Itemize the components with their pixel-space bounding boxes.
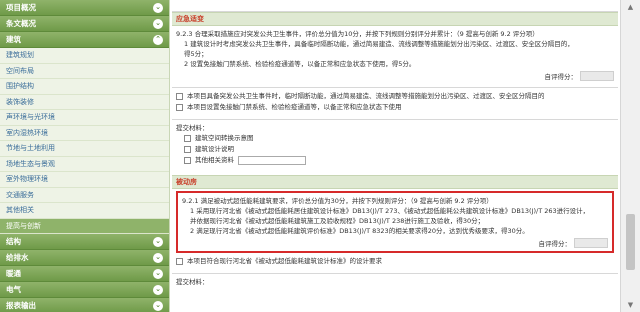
sidebar-section-plumbing[interactable]: 给排水 ⌄ (0, 250, 169, 266)
material-label: 建筑空间转换示意图 (195, 134, 254, 142)
sidebar-section-label: 结构 (6, 237, 21, 246)
clause-item-1: 1 采用现行河北省《被动式超低能耗居住建筑设计标准》DB13(J)/T 273、… (190, 207, 590, 215)
self-score-row: 自评得分： (176, 71, 614, 81)
sidebar-item-envelope[interactable]: 围护结构 (0, 79, 169, 95)
vertical-scrollbar[interactable]: ▲ ▼ (620, 0, 640, 312)
divider (172, 119, 618, 120)
sidebar-section-label: 建筑 (6, 35, 21, 44)
sidebar-item-sound-light[interactable]: 声环境与光环境 (0, 110, 169, 126)
sidebar-section-label: 报表输出 (6, 301, 36, 310)
chevron-down-icon: ⌄ (153, 18, 163, 29)
sidebar-section-report[interactable]: 报表输出 ⌄ (0, 298, 169, 312)
clause-item-2: 2 满足现行河北省《被动式超低能耗建筑评价标准》DB13(J)/T 8323的相… (190, 227, 529, 235)
sidebar-section-arch[interactable]: 建筑 ⌃ (0, 32, 169, 48)
sidebar-section-label: 给排水 (6, 253, 29, 262)
sidebar-section-label: 暖通 (6, 269, 21, 278)
self-score-label: 自评得分： (544, 73, 578, 81)
sidebar-section-structure[interactable]: 结构 ⌄ (0, 234, 169, 250)
clause-item-1: 1 建筑设计时考虑突发公共卫生事件，具备临时隔断功能，通过简易建造、流线调整等措… (184, 40, 574, 48)
checkbox-icon[interactable] (184, 157, 191, 164)
chevron-down-icon: ⌄ (153, 268, 163, 279)
checkbox-row[interactable]: 本项目设置免接触门禁系统、检验检疫通道等，以备正常和应急状态下使用 (176, 102, 614, 113)
sidebar-item-space-layout[interactable]: 空间布局 (0, 64, 169, 79)
scroll-track[interactable] (626, 14, 635, 298)
chevron-down-icon: ⌄ (153, 284, 163, 295)
checkbox-group: 本项目符合现行河北省《被动式超低能耗建筑设计标准》的设计要求 (172, 253, 618, 270)
sidebar-section-label: 条文概况 (6, 19, 36, 28)
checkbox-icon[interactable] (176, 258, 183, 265)
material-label: 其他相关资料 (195, 156, 234, 164)
material-row[interactable]: 其他相关资料 (184, 155, 614, 166)
self-score-row: 自评得分： (182, 238, 608, 248)
sidebar-item-indoor-thermal[interactable]: 室内湿热环境 (0, 126, 169, 141)
sidebar-section-clause[interactable]: 条文概况 ⌄ (0, 16, 169, 32)
clause-text: 9.2.1 满足被动式超低能耗建筑要求，评价总分值为30分，并按下列规则评分：（… (182, 197, 493, 205)
checkbox-label: 本项目设置免接触门禁系统、检验检疫通道等，以备正常和应急状态下使用 (187, 103, 402, 111)
clause-block-923: 9.2.3 合理采取措施应对突发公共卫生事件，评价总分值为10分，并按下列规则分… (172, 26, 618, 84)
self-score-input[interactable] (580, 71, 614, 81)
clause-item-2: 2 设置免接触门禁系统、检验检疫通道等，以备正常和应急状态下使用，得5分。 (184, 60, 416, 68)
checkbox-icon[interactable] (176, 104, 183, 111)
clause-item-1-cont: 并依据现行河北省《被动式超低能耗建筑施工及验收规程》DB13(J)/T 238进… (190, 217, 485, 225)
sidebar-item-ecology-landscape[interactable]: 场地生态与景观 (0, 157, 169, 172)
scroll-down-arrow-icon[interactable]: ▼ (621, 298, 640, 312)
sidebar: 项目概况 ⌄ 条文概况 ⌄ 建筑 ⌃ 建筑规划 空间布局 围护结构 装饰装修 声… (0, 0, 170, 312)
chevron-down-icon: ⌄ (153, 300, 163, 311)
section-title-emergency: 应急适变 (172, 12, 618, 26)
sidebar-section-electrical[interactable]: 电气 ⌄ (0, 282, 169, 298)
clause-item-1-cont: 得5分； (184, 50, 208, 58)
sidebar-item-decoration[interactable]: 装饰装修 (0, 95, 169, 110)
sidebar-item-other[interactable]: 其他相关 (0, 203, 169, 219)
checkbox-label: 本项目符合现行河北省《被动式超低能耗建筑设计标准》的设计要求 (187, 257, 382, 265)
sidebar-item-outdoor-physical[interactable]: 室外物理环境 (0, 172, 169, 188)
checkbox-label: 本项目具备突发公共卫生事件时，临时隔断功能，通过简易建造、流线调整等措施能划分出… (187, 92, 545, 100)
sidebar-section-project[interactable]: 项目概况 ⌄ (0, 0, 169, 16)
sidebar-section-hvac[interactable]: 暖通 ⌄ (0, 266, 169, 282)
checkbox-row[interactable]: 本项目具备突发公共卫生事件时，临时隔断功能，通过简易建造、流线调整等措施能划分出… (176, 91, 614, 102)
checkbox-icon[interactable] (176, 93, 183, 100)
main-content: 应急适变 9.2.3 合理采取措施应对突发公共卫生事件，评价总分值为10分，并按… (172, 0, 618, 312)
checkbox-icon[interactable] (184, 146, 191, 153)
chevron-down-icon: ⌄ (153, 2, 163, 13)
sidebar-section-label: 电气 (6, 285, 21, 294)
materials-label: 提交材料： (176, 278, 209, 286)
materials-block: 提交材料： (172, 277, 618, 290)
sidebar-section-label: 项目概况 (6, 3, 36, 12)
other-materials-input[interactable] (238, 156, 306, 165)
divider (172, 87, 618, 88)
material-label: 建筑设计说明 (195, 145, 234, 153)
checkbox-row[interactable]: 本项目符合现行河北省《被动式超低能耗建筑设计标准》的设计要求 (176, 256, 614, 267)
checkbox-icon[interactable] (184, 135, 191, 142)
clause-text: 9.2.3 合理采取措施应对突发公共卫生事件，评价总分值为10分，并按下列规则分… (176, 30, 539, 38)
chevron-up-icon: ⌃ (153, 34, 163, 45)
sidebar-item-innovation[interactable]: 提高与创新 (0, 218, 169, 234)
scroll-up-arrow-icon[interactable]: ▲ (621, 0, 640, 14)
highlighted-clause-921: 9.2.1 满足被动式超低能耗建筑要求，评价总分值为30分，并按下列规则评分：（… (176, 191, 614, 253)
material-row[interactable]: 建筑空间转换示意图 (184, 133, 614, 144)
divider (172, 273, 618, 274)
sidebar-item-land-use[interactable]: 节地与土地利用 (0, 141, 169, 157)
section-title-passive: 被动房 (172, 175, 618, 189)
self-score-input[interactable] (574, 238, 608, 248)
materials-block: 提交材料： 建筑空间转换示意图 建筑设计说明 其他相关资料 (172, 123, 618, 169)
top-divider (172, 0, 618, 12)
scroll-thumb[interactable] (626, 214, 635, 270)
chevron-down-icon: ⌄ (153, 252, 163, 263)
checkbox-group: 本项目具备突发公共卫生事件时，临时隔断功能，通过简易建造、流线调整等措施能划分出… (172, 91, 618, 116)
self-score-label: 自评得分： (538, 240, 572, 248)
chevron-down-icon: ⌄ (153, 236, 163, 247)
materials-label: 提交材料： (176, 124, 209, 132)
sidebar-item-transport[interactable]: 交通服务 (0, 188, 169, 203)
sidebar-item-building-planning[interactable]: 建筑规划 (0, 48, 169, 64)
material-row[interactable]: 建筑设计说明 (184, 144, 614, 155)
